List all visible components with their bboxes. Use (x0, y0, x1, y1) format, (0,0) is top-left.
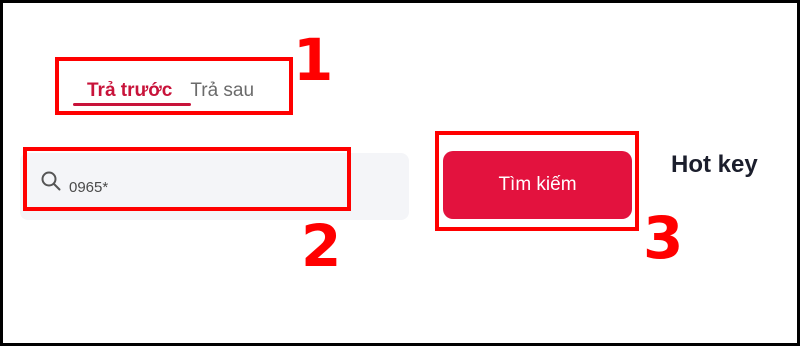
annotation-number-1: 1 (293, 26, 334, 94)
annotation-box-1 (55, 57, 293, 115)
annotation-number-3: 3 (643, 204, 684, 272)
hotkey-label[interactable]: Hot key (671, 151, 758, 179)
annotation-box-2 (23, 147, 351, 211)
annotation-number-2: 2 (301, 212, 342, 280)
page: Trả trước Trả sau Tìm kiếm Hot key 1 2 3 (3, 3, 797, 343)
annotation-box-3 (435, 131, 639, 231)
